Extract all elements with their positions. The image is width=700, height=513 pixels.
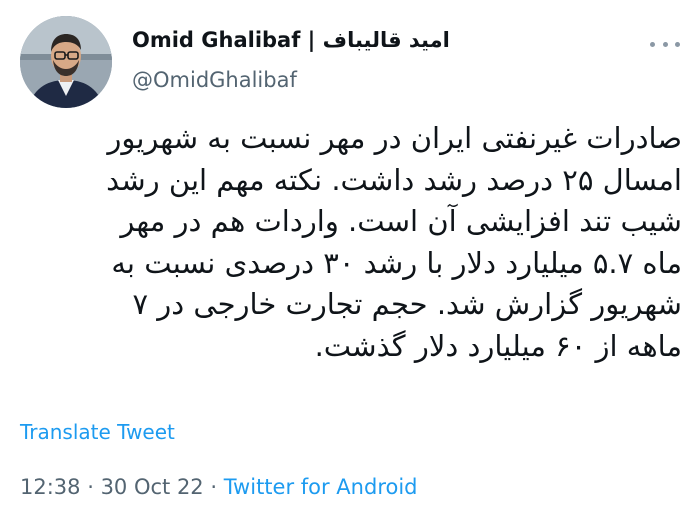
translate-tweet-link[interactable]: Translate Tweet [20, 420, 175, 444]
tweet-text-line: صادرات غیرنفتی ایران در مهر نسبت به شهری… [107, 121, 682, 155]
tweet-card: Omid Ghalibaf | امید قالیباف @OmidGhalib… [0, 0, 700, 513]
tweet-meta: 12:38 · 30 Oct 22 · Twitter for Android [20, 475, 418, 499]
tweet-text-line: شهریور گزارش شد. حجم تجارت خارجی در ۷ [132, 287, 682, 321]
more-horizontal-icon[interactable] [650, 34, 680, 54]
avatar-photo [20, 16, 112, 108]
tweet-text-line: ماهه از ۶۰ میلیارد دلار گذشت. [314, 328, 682, 363]
tweet-text: صادرات غیرنفتی ایران در مهر نسبت به شهری… [20, 118, 682, 367]
tweet-source-link[interactable]: Twitter for Android [224, 475, 418, 499]
tweet-text-line: امسال ۲۵ درصد رشد داشت. نکته مهم این رشد [106, 162, 682, 197]
dot [662, 41, 668, 47]
dot [675, 41, 680, 47]
tweet-date[interactable]: 30 Oct 22 [101, 475, 204, 499]
avatar[interactable] [20, 16, 112, 108]
tweet-text-line: شیب تند افزایشی آن است. واردات هم در مهر [120, 204, 682, 238]
dot [650, 41, 655, 47]
tweet-text-line: ماه ۵.۷ میلیارد دلار با رشد ۳۰ درصدی نسب… [111, 245, 682, 280]
meta-separator: · [203, 475, 224, 499]
author-handle[interactable]: @OmidGhalibaf [132, 68, 297, 92]
meta-separator: · [80, 475, 101, 499]
tweet-time[interactable]: 12:38 [20, 475, 81, 499]
author-display-name[interactable]: Omid Ghalibaf | امید قالیباف [132, 28, 450, 52]
